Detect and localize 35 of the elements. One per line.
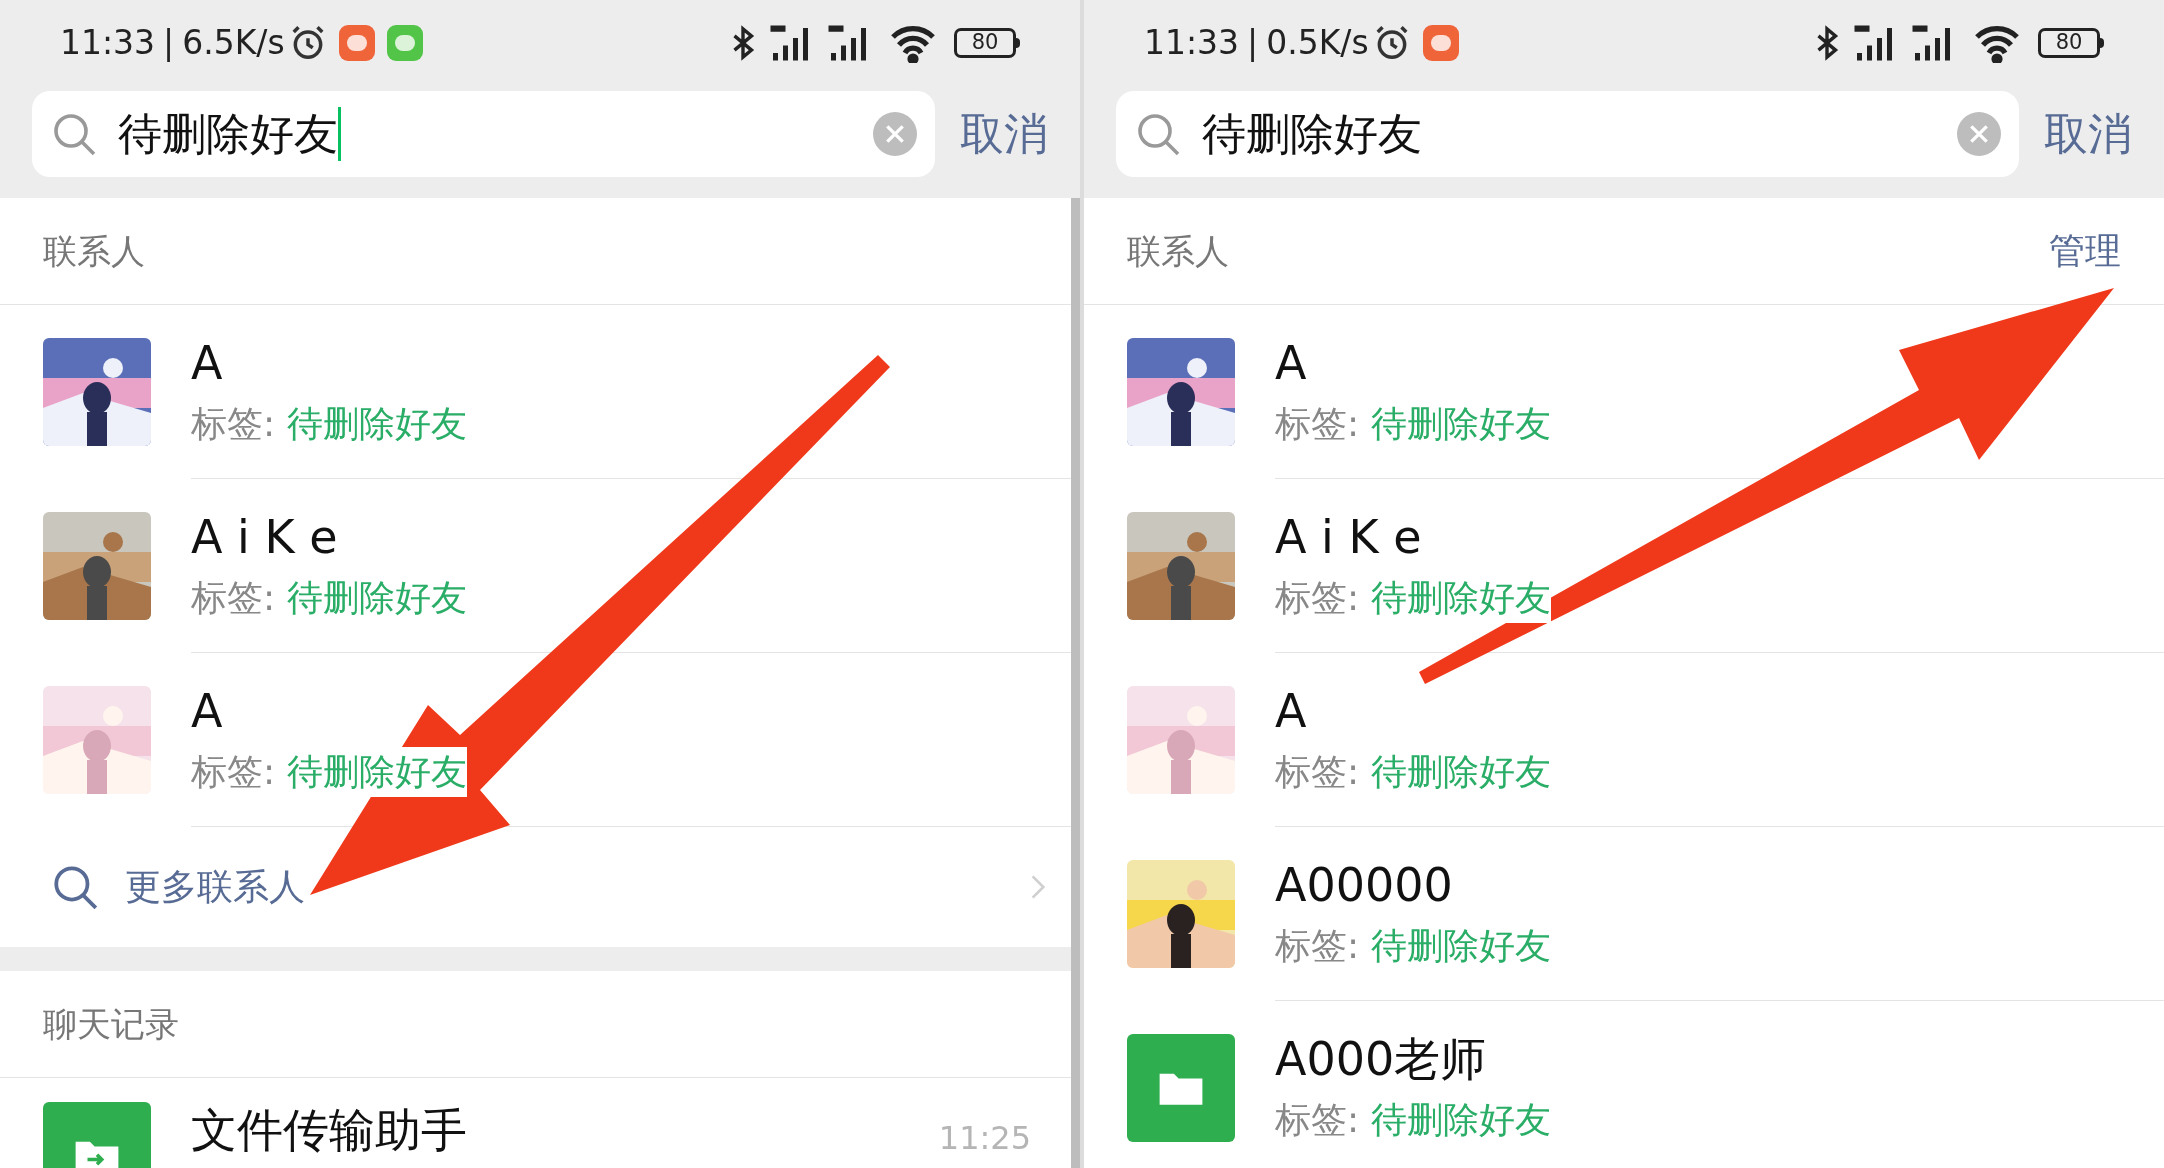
search-query: 待删除好友 <box>118 106 341 161</box>
section-header: 联系人 <box>43 229 145 273</box>
search-field[interactable]: 待删除好友 <box>1116 90 2019 177</box>
contact-name: A <box>1275 682 1308 739</box>
more-contacts-row[interactable]: 更多联系人 <box>0 827 1071 947</box>
section-header: 联系人 <box>1127 229 1229 273</box>
clear-icon[interactable] <box>873 111 917 156</box>
contact-name: A i K e <box>1275 508 1423 565</box>
chevron-icon <box>1030 873 1046 901</box>
chat-time: 11:25 <box>938 1118 1031 1159</box>
battery-indicator: 80 <box>2038 27 2100 58</box>
network-speed: 0.5K/s <box>1266 21 1369 64</box>
contact-name: A <box>1275 334 1308 391</box>
cancel-button[interactable]: 取消 <box>960 100 1048 167</box>
separator: | <box>1247 21 1259 64</box>
contact-name: A <box>191 334 224 391</box>
section-header: 聊天记录 <box>43 1002 179 1046</box>
separator: | <box>163 21 175 64</box>
status-time: 11:33 <box>60 21 156 64</box>
search-field[interactable]: 待删除好友 <box>32 90 935 177</box>
manage-link[interactable]: 管理 <box>2049 224 2121 278</box>
clear-icon[interactable] <box>1957 111 2001 156</box>
contact-name: A i K e <box>191 508 339 565</box>
search-query: 待删除好友 <box>1202 106 1423 161</box>
folder-icon <box>1127 1034 1235 1142</box>
cancel-button[interactable]: 取消 <box>2044 100 2132 167</box>
more-contacts-label: 更多联系人 <box>125 865 306 909</box>
chat-name: 文件传输助手 <box>191 1102 468 1158</box>
battery-indicator: 80 <box>954 27 1016 58</box>
contact-name: A000老师 <box>1275 1030 1488 1087</box>
network-speed: 6.5K/s <box>182 21 285 64</box>
contact-name: A <box>191 682 224 739</box>
contact-tag: 标签: 待删除好友 <box>191 746 467 797</box>
contact-name: A00000 <box>1275 856 1454 913</box>
status-time: 11:33 <box>1144 21 1240 64</box>
